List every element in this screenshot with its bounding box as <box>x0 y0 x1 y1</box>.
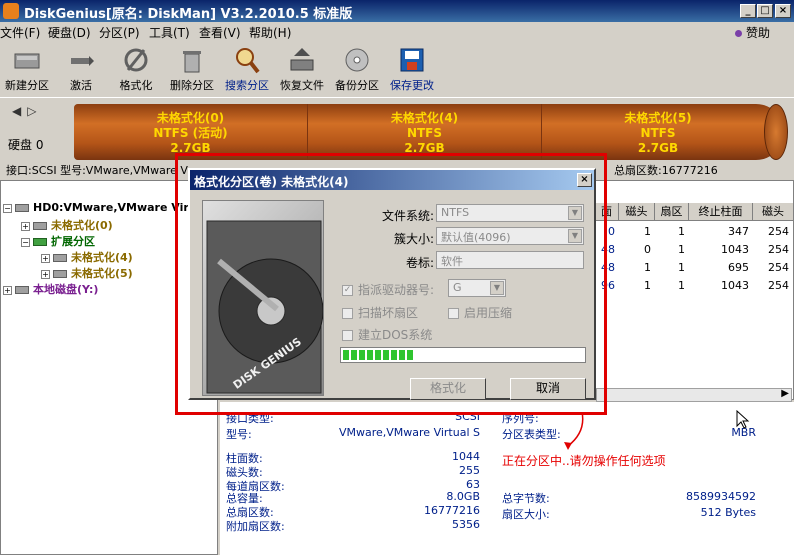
tree-disk-hd0[interactable]: − HD0:VMware,VMware Virt <box>3 201 194 214</box>
disk-label: 硬盘 0 <box>8 138 44 152</box>
table-cell: 1 <box>678 261 685 274</box>
warning-text: 正在分区中..请勿操作任何选项 <box>502 454 666 468</box>
menu-bar: 文件(F) 硬盘(D) 分区(P) 工具(T) 查看(V) 帮助(H) 赞助 <box>0 22 794 42</box>
save-changes-icon <box>398 46 426 74</box>
collapse-icon[interactable]: − <box>21 237 30 247</box>
model-value: VMware,VMware Virtual S <box>338 426 480 439</box>
disk-info-right: 总扇区数:16777216 <box>614 164 718 177</box>
app-icon <box>3 3 19 19</box>
disk-info-left: 接口:SCSI 型号:VMware,VMware V <box>6 164 188 177</box>
bytes-label: 总字节数: <box>502 492 550 505</box>
table-cell: 1 <box>678 225 685 238</box>
disk-icon <box>15 286 29 294</box>
detail-value: 5356 <box>452 518 480 531</box>
maximize-button[interactable]: □ <box>757 4 773 18</box>
toolbar: 新建分区 激活 格式化 删除分区 搜索分区 恢复文件 备份分区 保存更改 <box>0 42 794 98</box>
nav-arrows[interactable]: ◀▷ <box>12 104 42 118</box>
menu-partition[interactable]: 分区(P) <box>99 24 140 41</box>
new-partition-icon <box>13 46 41 74</box>
sponsor-link[interactable]: 赞助 <box>735 24 770 41</box>
warning-arrow-icon <box>564 412 584 450</box>
title-bar: DiskGenius[原名: DiskMan] V3.2.2010.5 标准版 … <box>0 0 794 22</box>
menu-help[interactable]: 帮助(H) <box>249 24 291 41</box>
model-label: 型号: <box>226 428 252 441</box>
menu-view[interactable]: 查看(V) <box>199 24 241 41</box>
partition-block-4[interactable]: 未格式化(4) NTFS 2.7GB <box>308 104 542 160</box>
format-button[interactable]: 格式化 <box>110 46 162 96</box>
annotation-highlight-box <box>175 153 607 415</box>
extended-partition-icon <box>33 238 47 246</box>
tree-partition-5[interactable]: + 未格式化(5) <box>41 265 133 281</box>
detail-value: 255 <box>459 464 480 477</box>
delete-partition-icon <box>178 46 206 74</box>
expand-icon[interactable]: + <box>41 253 50 263</box>
table-cell: 0 <box>644 243 651 256</box>
partition-icon <box>53 254 67 262</box>
table-cell: 1 <box>644 225 651 238</box>
col-header[interactable]: 磁头 <box>619 203 655 221</box>
tree-extended-partition[interactable]: − 扩展分区 <box>21 233 95 249</box>
search-partition-icon <box>233 46 261 74</box>
sponsor-icon <box>735 30 742 37</box>
activate-button[interactable]: 激活 <box>55 46 107 96</box>
backup-partition-icon <box>343 46 371 74</box>
sector-size-value: 512 Bytes <box>700 506 756 519</box>
table-cell: 1 <box>644 279 651 292</box>
details-panel: 接口类型: SCSI 序列号: 型号: VMware,VMware Virtua… <box>220 402 794 555</box>
window-title: DiskGenius[原名: DiskMan] V3.2.2010.5 标准版 <box>24 7 353 22</box>
col-header[interactable]: 终止柱面 <box>689 203 753 221</box>
expand-icon[interactable]: + <box>41 269 50 279</box>
col-header[interactable]: 扇区 <box>655 203 689 221</box>
table-cell: 254 <box>768 279 789 292</box>
tree-local-disk-y[interactable]: + 本地磁盘(Y:) <box>3 281 98 297</box>
search-partition-button[interactable]: 搜索分区 <box>221 46 273 96</box>
recover-files-button[interactable]: 恢复文件 <box>276 46 328 96</box>
detail-value: 16777216 <box>424 504 480 517</box>
tree-partition-0[interactable]: + 未格式化(0) <box>21 217 113 233</box>
partition-icon <box>53 270 67 278</box>
delete-partition-button[interactable]: 删除分区 <box>166 46 218 96</box>
new-partition-button[interactable]: 新建分区 <box>1 46 53 96</box>
table-cell: 1043 <box>721 243 749 256</box>
menu-disk[interactable]: 硬盘(D) <box>48 24 91 41</box>
tree-partition-4[interactable]: + 未格式化(4) <box>41 249 133 265</box>
expand-icon[interactable]: + <box>21 221 30 231</box>
backup-partition-button[interactable]: 备份分区 <box>331 46 383 96</box>
table-cell: 1043 <box>721 279 749 292</box>
table-header: 面 磁头 扇区 终止柱面 磁头 <box>595 203 793 221</box>
partition-block-0[interactable]: 未格式化(0) NTFS (活动) 2.7GB <box>74 104 308 160</box>
table-cell: 254 <box>768 243 789 256</box>
table-cell: 695 <box>728 261 749 274</box>
sector-size-label: 扇区大小: <box>502 508 550 521</box>
ptype-label: 分区表类型: <box>502 428 561 441</box>
detail-label: 附加扇区数: <box>226 520 285 533</box>
menu-tools[interactable]: 工具(T) <box>149 24 190 41</box>
detail-value: 8.0GB <box>446 490 480 503</box>
disk-icon <box>15 204 29 212</box>
table-cell: 254 <box>768 261 789 274</box>
mouse-cursor-icon <box>736 410 750 429</box>
table-cell: 1 <box>678 243 685 256</box>
table-cell: 1 <box>678 279 685 292</box>
disk-map: ◀▷ 硬盘 0 未格式化(0) NTFS (活动) 2.7GB 未格式化(4) … <box>0 100 794 160</box>
minimize-button[interactable]: _ <box>740 4 756 18</box>
recover-files-icon <box>288 46 316 74</box>
bytes-value: 8589934592 <box>686 490 756 503</box>
scroll-right-icon[interactable]: ▶ <box>781 388 789 399</box>
table-cell: 254 <box>768 225 789 238</box>
table-cell: 347 <box>728 225 749 238</box>
format-icon <box>122 46 150 74</box>
activate-icon <box>67 46 95 74</box>
expand-icon[interactable]: + <box>3 285 12 295</box>
close-button[interactable]: × <box>775 4 791 18</box>
horizontal-scrollbar[interactable]: ▶ <box>596 388 792 402</box>
detail-value: 1044 <box>452 450 480 463</box>
table-cell: 1 <box>644 261 651 274</box>
save-changes-button[interactable]: 保存更改 <box>386 46 438 96</box>
col-header[interactable]: 磁头 <box>753 203 793 221</box>
collapse-icon[interactable]: − <box>3 203 12 213</box>
menu-file[interactable]: 文件(F) <box>0 24 40 41</box>
partition-icon <box>33 222 47 230</box>
partition-block-5[interactable]: 未格式化(5) NTFS 2.7GB <box>542 104 774 160</box>
